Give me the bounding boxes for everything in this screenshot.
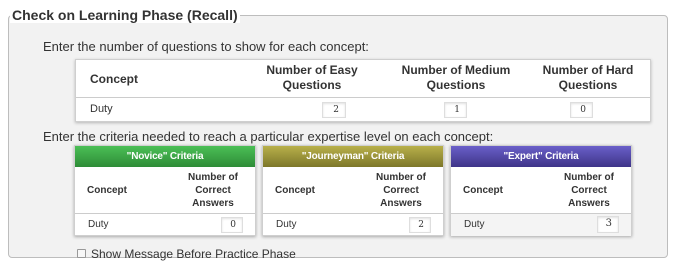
answers-header-line1: Number of xyxy=(188,172,238,183)
expert-subheader: Concept Number of Correct Answers xyxy=(451,167,631,214)
show-message-label: Show Message Before Practice Phase xyxy=(91,247,296,261)
easy-column-header: Number of Easy Questions xyxy=(256,63,368,93)
easy-header-line1: Number of Easy xyxy=(266,63,358,77)
novice-criteria-table: "Novice" Criteria Concept Number of Corr… xyxy=(74,145,256,236)
answers-header-line1: Number of xyxy=(376,172,426,183)
concept-column-header: Concept xyxy=(90,72,138,86)
table-row: Duty 2 1 0 xyxy=(76,98,650,122)
show-message-option[interactable]: Show Message Before Practice Phase xyxy=(77,247,296,261)
answers-header-line1: Number of xyxy=(564,172,614,183)
novice-criteria-header: "Novice" Criteria xyxy=(75,146,255,167)
row-concept: Duty xyxy=(276,219,297,230)
questions-table-header: Concept Number of Easy Questions Number … xyxy=(76,60,650,98)
questions-table: Concept Number of Easy Questions Number … xyxy=(75,59,651,122)
concept-column-header: Concept xyxy=(87,185,127,196)
novice-subheader: Concept Number of Correct Answers xyxy=(75,167,255,214)
answers-header-line3: Answers xyxy=(380,198,422,209)
concept-column-header: Concept xyxy=(275,185,315,196)
journeyman-subheader: Concept Number of Correct Answers xyxy=(263,167,443,214)
hard-header-line1: Number of Hard xyxy=(542,63,634,77)
recall-settings-fieldset: Enter the number of questions to show fo… xyxy=(8,15,668,261)
journeyman-criteria-header: "Journeyman" Criteria xyxy=(263,146,443,167)
row-concept: Duty xyxy=(88,219,109,230)
table-row: Duty 2 xyxy=(263,214,443,236)
table-row: Duty 0 xyxy=(75,214,255,236)
medium-column-header: Number of Medium Questions xyxy=(394,63,518,93)
expert-criteria-header: "Expert" Criteria xyxy=(451,146,631,167)
fieldset-legend: Check on Learning Phase (Recall) xyxy=(10,7,240,23)
easy-header-line2: Questions xyxy=(282,78,342,92)
table-row: Duty 3 xyxy=(451,214,631,236)
concept-column-header: Concept xyxy=(463,185,503,196)
criteria-instruction: Enter the criteria needed to reach a par… xyxy=(43,129,494,144)
journeyman-correct-input[interactable]: 2 xyxy=(409,217,431,233)
answers-header-line2: Correct xyxy=(383,185,419,196)
hard-column-header: Number of Hard Questions xyxy=(533,63,643,93)
journeyman-criteria-table: "Journeyman" Criteria Concept Number of … xyxy=(262,145,444,236)
correct-answers-column-header: Number of Correct Answers xyxy=(183,171,243,210)
questions-instruction: Enter the number of questions to show fo… xyxy=(43,39,369,54)
correct-answers-column-header: Number of Correct Answers xyxy=(559,171,619,210)
answers-header-line3: Answers xyxy=(192,198,234,209)
easy-count-input[interactable]: 2 xyxy=(322,102,346,118)
show-message-checkbox[interactable] xyxy=(77,249,86,258)
answers-header-line3: Answers xyxy=(568,198,610,209)
medium-header-line2: Questions xyxy=(426,78,486,92)
novice-correct-input[interactable]: 0 xyxy=(221,217,243,233)
correct-answers-column-header: Number of Correct Answers xyxy=(371,171,431,210)
medium-count-input[interactable]: 1 xyxy=(444,102,467,118)
medium-header-line1: Number of Medium xyxy=(401,63,511,77)
expert-correct-input[interactable]: 3 xyxy=(597,216,619,233)
hard-header-line2: Questions xyxy=(558,78,618,92)
answers-header-line2: Correct xyxy=(195,185,231,196)
expert-criteria-table: "Expert" Criteria Concept Number of Corr… xyxy=(450,145,632,236)
row-concept: Duty xyxy=(464,219,485,230)
answers-header-line2: Correct xyxy=(571,185,607,196)
row-concept: Duty xyxy=(90,103,113,115)
hard-count-input[interactable]: 0 xyxy=(570,102,593,118)
